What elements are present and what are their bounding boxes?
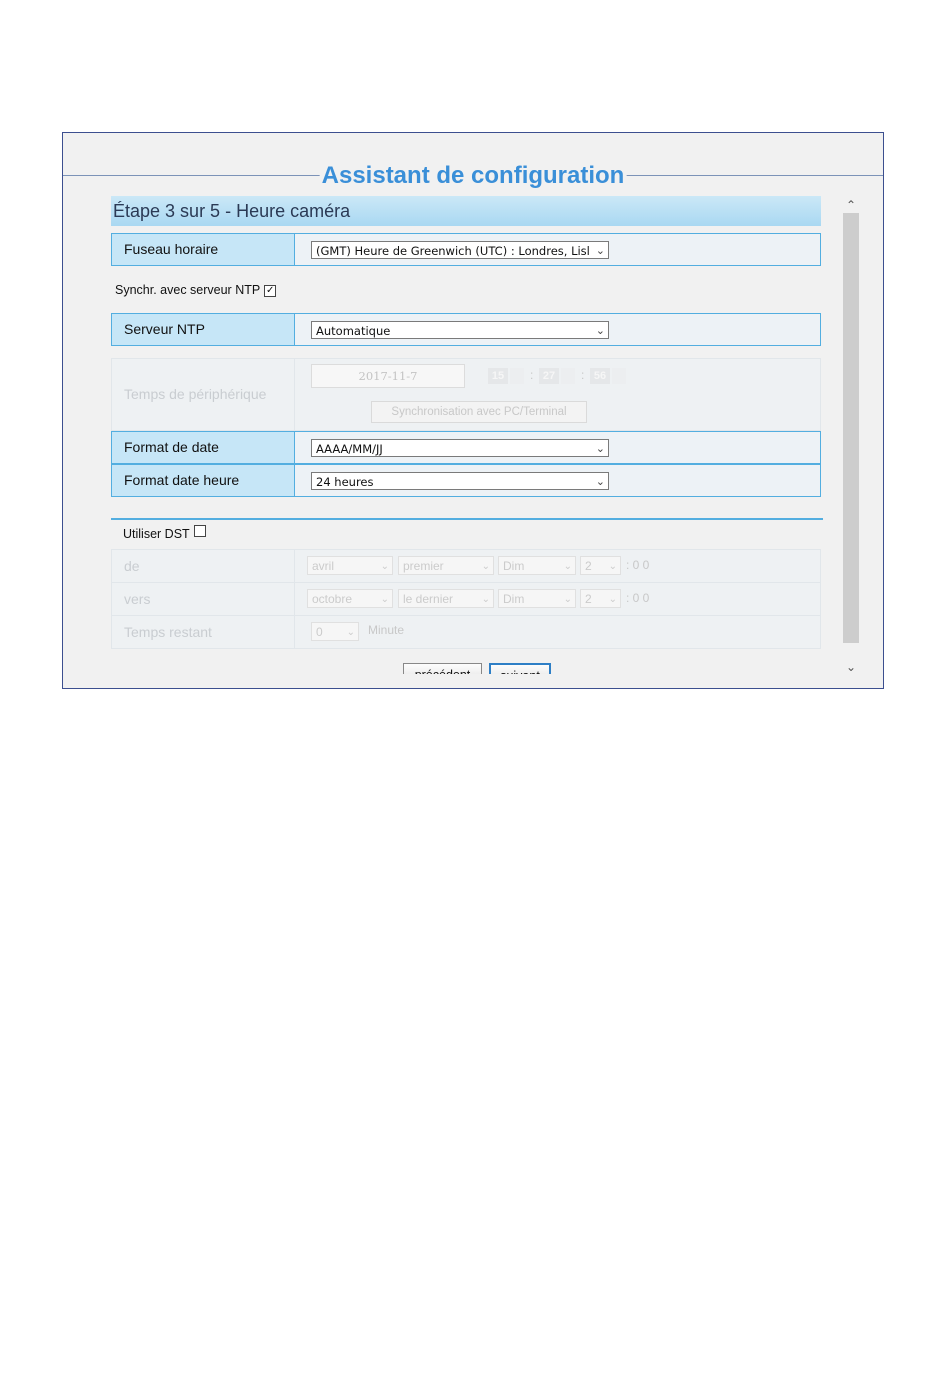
chevron-down-icon: ⌄: [595, 324, 605, 337]
time-format-select[interactable]: 24 heures ⌄: [311, 472, 609, 490]
previous-button[interactable]: précédent: [403, 663, 482, 674]
chevron-down-icon: ⌄: [608, 561, 617, 572]
chevron-down-icon: ⌄: [595, 475, 605, 488]
time-format-row: Format date heure 24 heures ⌄: [111, 464, 821, 497]
dst-to-label: vers: [112, 583, 295, 615]
dst-from-month-select: avril ⌄: [307, 556, 393, 575]
time-format-value: 24 heures: [316, 475, 374, 489]
dst-checkbox[interactable]: [193, 525, 206, 537]
second-spinner: [612, 368, 626, 384]
device-minute-field: 27: [539, 368, 559, 384]
chevron-down-icon: ⌄: [481, 561, 490, 572]
dst-from-hour-select: 2 ⌄: [580, 556, 621, 575]
timezone-row: Fuseau horaire (GMT) Heure de Greenwich …: [111, 233, 821, 266]
dst-remaining-label: Temps restant: [112, 616, 295, 648]
device-hour-field: 15: [488, 368, 508, 384]
wizard-title: Assistant de configuration: [319, 161, 627, 191]
dst-option: Utiliser DST: [123, 525, 206, 541]
time-separator: :: [581, 368, 585, 382]
timezone-select[interactable]: (GMT) Heure de Greenwich (UTC) : Londres…: [311, 241, 609, 259]
scroll-down-icon[interactable]: ⌄: [843, 660, 859, 674]
ntp-sync-label: Synchr. avec serveur NTP: [115, 283, 261, 297]
dst-remaining-unit: Minute: [368, 623, 405, 637]
dst-to-day-select: Dim ⌄: [498, 589, 576, 608]
timezone-label: Fuseau horaire: [112, 234, 295, 265]
step-header: Étape 3 sur 5 - Heure caméra: [111, 196, 821, 226]
dst-from-label: de: [112, 550, 295, 582]
wizard-title-bar: Assistant de configuration: [63, 133, 883, 193]
chevron-down-icon: ⌄: [595, 442, 605, 455]
checkmark-icon: ✓: [266, 285, 275, 296]
dst-remaining-row: Temps restant 0 ⌄ Minute: [111, 615, 821, 649]
wizard-content: Étape 3 sur 5 - Heure caméra Fuseau hora…: [111, 196, 823, 674]
content-scrollbar[interactable]: ⌃ ⌄: [843, 196, 860, 676]
dst-from-suffix: : 0 0: [626, 558, 650, 572]
device-second-field: 56: [590, 368, 610, 384]
next-button[interactable]: suivant: [489, 663, 551, 674]
device-time-row: Temps de périphérique 2017-11-7 15 : 27 …: [111, 358, 821, 431]
dst-to-week-select: le dernier ⌄: [398, 589, 494, 608]
ntp-server-label: Serveur NTP: [112, 314, 295, 345]
chevron-down-icon: ⌄: [595, 244, 605, 257]
setup-wizard-dialog: Assistant de configuration Étape 3 sur 5…: [62, 132, 884, 689]
chevron-down-icon: ⌄: [608, 594, 617, 605]
date-format-row: Format de date AAAA/MM/JJ ⌄: [111, 431, 821, 464]
ntp-sync-checkbox[interactable]: ✓: [264, 285, 277, 297]
minute-spinner: [561, 368, 575, 384]
dst-from-week-select: premier ⌄: [398, 556, 494, 575]
chevron-down-icon: ⌄: [346, 627, 355, 638]
time-separator: :: [530, 368, 534, 382]
section-divider: [111, 518, 823, 520]
chevron-down-icon: ⌄: [380, 561, 389, 572]
ntp-server-row: Serveur NTP Automatique ⌄: [111, 313, 821, 346]
dst-label: Utiliser DST: [123, 527, 190, 541]
chevron-down-icon: ⌄: [563, 561, 572, 572]
dst-remaining-select: 0 ⌄: [311, 622, 359, 641]
date-format-value: AAAA/MM/JJ: [316, 442, 383, 456]
hour-spinner: [510, 368, 524, 384]
time-format-label: Format date heure: [112, 465, 295, 496]
ntp-sync-option: Synchr. avec serveur NTP ✓: [115, 283, 277, 297]
ntp-server-value: Automatique: [316, 324, 391, 338]
device-time-label: Temps de périphérique: [112, 359, 295, 430]
ntp-server-select[interactable]: Automatique ⌄: [311, 321, 609, 339]
dst-to-suffix: : 0 0: [626, 591, 650, 605]
dst-to-row: vers octobre ⌄ le dernier ⌄ Dim ⌄ 2 ⌄ : 0 0: [111, 582, 821, 616]
date-format-select[interactable]: AAAA/MM/JJ ⌄: [311, 439, 609, 457]
scroll-up-icon[interactable]: ⌃: [843, 198, 859, 212]
device-date-field: 2017-11-7: [311, 364, 465, 388]
scroll-thumb[interactable]: [843, 213, 859, 643]
sync-pc-button: Synchronisation avec PC/Terminal: [371, 401, 587, 423]
dst-to-hour-select: 2 ⌄: [580, 589, 621, 608]
dst-to-month-select: octobre ⌄: [307, 589, 393, 608]
dst-from-day-select: Dim ⌄: [498, 556, 576, 575]
chevron-down-icon: ⌄: [563, 594, 572, 605]
chevron-down-icon: ⌄: [481, 594, 490, 605]
date-format-label: Format de date: [112, 432, 295, 463]
timezone-value: (GMT) Heure de Greenwich (UTC) : Londres…: [316, 244, 590, 258]
chevron-down-icon: ⌄: [380, 594, 389, 605]
dst-from-row: de avril ⌄ premier ⌄ Dim ⌄ 2 ⌄ : 0 0: [111, 549, 821, 583]
